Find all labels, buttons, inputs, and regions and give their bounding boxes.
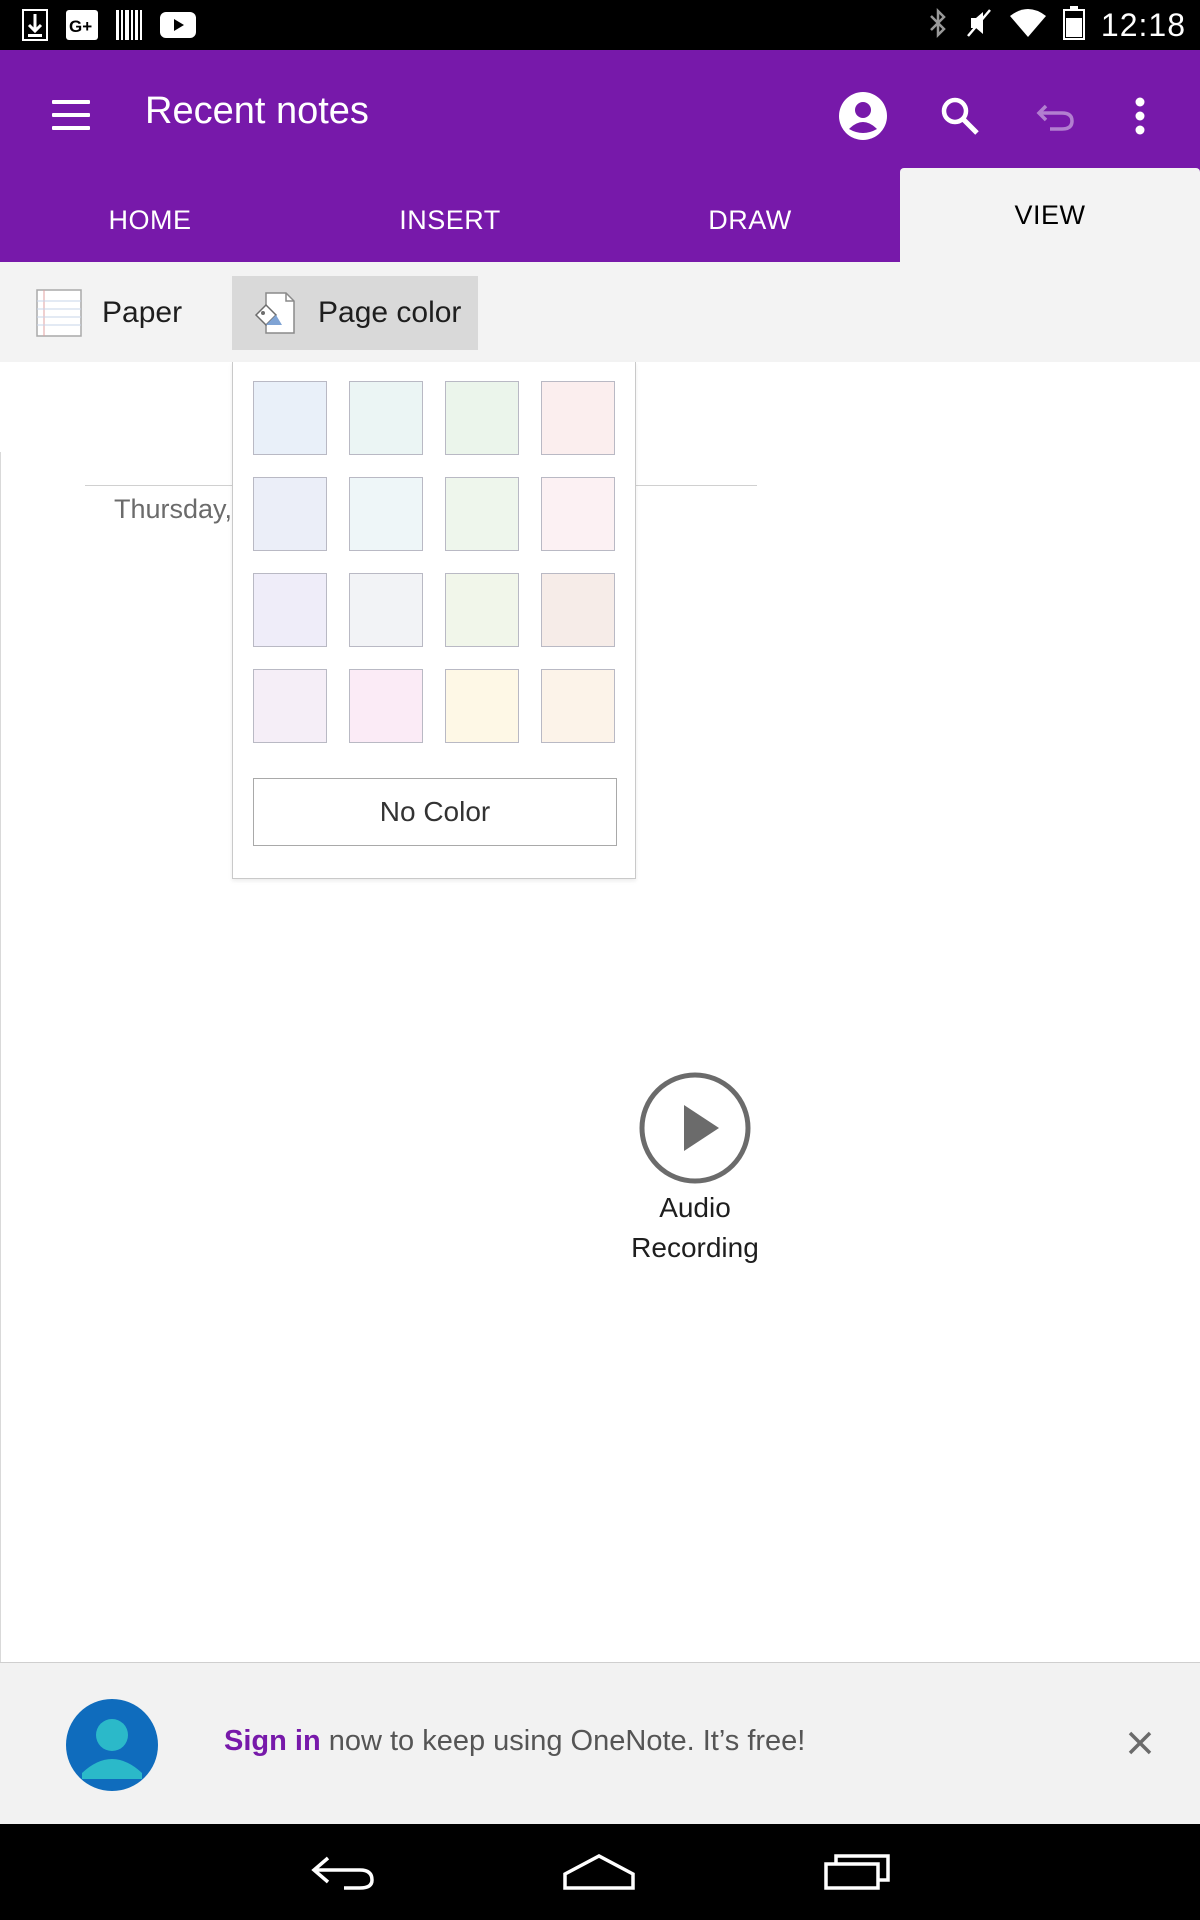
color-swatch[interactable] xyxy=(253,573,327,647)
clock: 12:18 xyxy=(1100,6,1186,43)
page-color-icon xyxy=(252,289,298,337)
status-bar: G+ 12:18 xyxy=(0,0,1200,50)
more-options-icon[interactable] xyxy=(1110,86,1170,146)
signin-message: Sign in now to keep using OneNote. It’s … xyxy=(224,1725,805,1758)
signin-message-text: now to keep using OneNote. It’s free! xyxy=(320,1725,806,1757)
view-ribbon: Paper Page color xyxy=(0,262,1200,363)
undo-icon[interactable] xyxy=(1026,86,1086,146)
page-color-menu: No Color xyxy=(232,362,636,879)
paper-label: Paper xyxy=(102,296,183,329)
audio-label-line2: Recording xyxy=(631,1232,759,1263)
color-swatch[interactable] xyxy=(253,477,327,551)
download-icon xyxy=(22,9,48,46)
tab-insert[interactable]: INSERT xyxy=(300,178,600,262)
app-bar: Recent notes HOME INSERT DRAW VIEW xyxy=(0,50,1200,262)
tab-draw[interactable]: DRAW xyxy=(600,178,900,262)
navigation-bar xyxy=(0,1824,1200,1920)
page-color-button[interactable]: Page color xyxy=(232,276,478,350)
youtube-icon xyxy=(160,12,196,43)
audio-label-line1: Audio xyxy=(659,1192,731,1223)
color-swatch[interactable] xyxy=(349,669,423,743)
no-color-button[interactable]: No Color xyxy=(253,778,617,846)
audio-recording[interactable]: Audio Recording xyxy=(620,1072,770,1268)
color-swatch[interactable] xyxy=(349,477,423,551)
menu-icon[interactable] xyxy=(52,100,92,132)
bluetooth-icon xyxy=(927,7,949,44)
search-icon[interactable] xyxy=(930,86,990,146)
color-swatch[interactable] xyxy=(349,573,423,647)
color-swatch[interactable] xyxy=(541,669,615,743)
color-swatch[interactable] xyxy=(541,477,615,551)
note-date: Thursday, xyxy=(114,494,233,524)
page-color-label: Page color xyxy=(318,296,462,329)
back-icon[interactable] xyxy=(298,1844,388,1900)
mute-icon xyxy=(965,7,993,44)
close-icon[interactable] xyxy=(1120,1723,1160,1763)
color-swatch[interactable] xyxy=(541,381,615,455)
ribbon-tabs: HOME INSERT DRAW VIEW xyxy=(0,168,1200,262)
color-swatch[interactable] xyxy=(445,669,519,743)
barcode-icon xyxy=(116,10,142,45)
color-swatch[interactable] xyxy=(445,477,519,551)
signin-banner: Sign in now to keep using OneNote. It’s … xyxy=(0,1662,1200,1825)
color-swatch[interactable] xyxy=(253,381,327,455)
color-swatch[interactable] xyxy=(445,573,519,647)
color-swatch[interactable] xyxy=(541,573,615,647)
paper-icon xyxy=(36,289,82,337)
color-swatch[interactable] xyxy=(445,381,519,455)
page-border xyxy=(0,452,1,1662)
play-icon[interactable] xyxy=(639,1072,751,1184)
tab-view[interactable]: VIEW xyxy=(900,168,1200,262)
signin-link[interactable]: Sign in xyxy=(224,1725,321,1757)
color-swatch[interactable] xyxy=(349,381,423,455)
paper-button[interactable]: Paper xyxy=(22,276,196,350)
page-title: Recent notes xyxy=(145,90,369,132)
account-icon[interactable] xyxy=(833,86,893,146)
color-swatch[interactable] xyxy=(253,669,327,743)
wifi-icon xyxy=(1009,8,1047,43)
tab-home[interactable]: HOME xyxy=(0,178,300,262)
avatar xyxy=(66,1699,158,1791)
svg-text:G+: G+ xyxy=(69,17,92,36)
home-icon[interactable] xyxy=(554,1844,644,1900)
google-plus-icon: G+ xyxy=(66,10,98,45)
recent-apps-icon[interactable] xyxy=(812,1844,902,1900)
battery-icon xyxy=(1062,5,1085,45)
